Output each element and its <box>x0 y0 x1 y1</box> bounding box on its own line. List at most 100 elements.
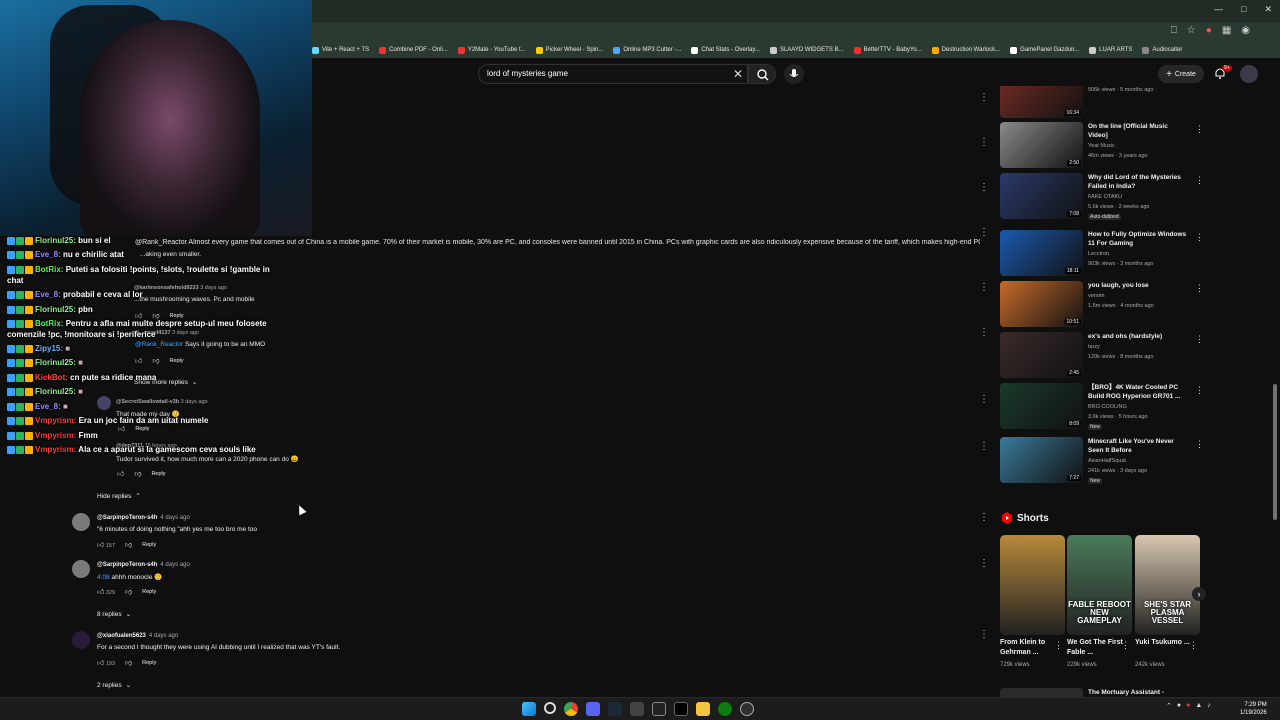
video-title[interactable]: How to Fully Optimize Windows 11 For Gam… <box>1088 231 1188 249</box>
shorts-next-button[interactable]: › <box>1192 587 1206 601</box>
capcut-icon[interactable] <box>652 702 666 716</box>
dislike-icon[interactable]: 👎︎ <box>152 356 159 365</box>
taskbar-clock[interactable]: 7:29 PM 1/19/2026 <box>1240 701 1267 718</box>
more-vert-icon[interactable]: ⋮ <box>1195 175 1204 186</box>
discord-icon[interactable] <box>586 702 600 716</box>
video-thumbnail[interactable]: 8:09 <box>1000 383 1083 429</box>
channel-name[interactable]: venom <box>1088 293 1105 299</box>
clear-search-icon[interactable]: ✕ <box>733 67 743 81</box>
bookmark-item[interactable]: Online MP3 Cutter -... <box>613 46 681 54</box>
more-vert-icon[interactable]: ⋮ <box>979 137 989 148</box>
reply-button[interactable]: Reply <box>135 426 149 432</box>
dislike-icon[interactable]: 👎︎ <box>125 540 132 549</box>
bookmark-item[interactable]: Destruction Warlock... <box>931 46 1000 54</box>
more-vert-icon[interactable]: ⋮ <box>1195 439 1204 450</box>
bookmark-item[interactable]: Y2Mate - YouTube t... <box>457 46 526 54</box>
network-icon[interactable]: ● <box>1177 702 1181 710</box>
like-button[interactable]: 👍︎ 157 <box>97 540 115 549</box>
like-icon[interactable]: 👍︎ <box>118 424 125 433</box>
chat-username[interactable]: Florinul25: <box>35 387 76 396</box>
view-replies-button[interactable]: 2 replies ⌄ <box>97 681 131 690</box>
search-icon[interactable] <box>544 702 556 714</box>
more-vert-icon[interactable]: ⋮ <box>979 282 989 293</box>
steam-icon[interactable] <box>608 702 622 716</box>
chat-username[interactable]: Zipy15: <box>35 344 63 353</box>
channel-name[interactable]: BRO COOLING <box>1088 404 1127 410</box>
next-video-peek[interactable]: The Mortuary Assistant - <box>1000 688 1200 697</box>
short-title[interactable]: Yuki Tsukumo ... <box>1135 638 1191 648</box>
comment-author[interactable]: @SarpinpoTeron-s4h 4 days ago <box>97 515 190 521</box>
reply-button[interactable]: Reply <box>142 660 156 666</box>
channel-name[interactable]: tarzy <box>1088 344 1100 350</box>
profile-icon[interactable]: ◉ <box>1241 25 1250 36</box>
avatar[interactable] <box>97 396 111 410</box>
like-icon[interactable]: 👍︎ <box>135 356 142 365</box>
video-title[interactable]: On the line [Official Music Video] <box>1088 123 1188 141</box>
chat-username[interactable]: BotRix: <box>35 319 63 328</box>
bookmark-item[interactable]: Audiocalter <box>1142 46 1182 54</box>
like-icon[interactable]: 👍︎ <box>117 469 124 478</box>
install-icon[interactable]: ⎕ <box>1171 25 1177 36</box>
close-icon[interactable]: ✕ <box>1264 4 1272 15</box>
search-input[interactable]: lord of mysteries game ✕ <box>478 64 748 84</box>
avatar[interactable] <box>72 631 90 649</box>
chat-username[interactable]: Vmpyrism: <box>35 431 76 440</box>
star-icon[interactable]: ☆ <box>1187 25 1196 36</box>
reply-button[interactable]: Reply <box>169 313 183 319</box>
minimize-icon[interactable]: — <box>1214 4 1223 15</box>
more-vert-icon[interactable]: ⋮ <box>979 629 989 640</box>
video-title[interactable]: 【BRO】4K Water Cooled PC Build ROG Hyperi… <box>1088 384 1188 402</box>
windows-start-icon[interactable] <box>522 702 536 716</box>
channel-name[interactable]: FAKE OTAKU <box>1088 194 1122 200</box>
video-card[interactable]: 8:09 【BRO】4K Water Cooled PC Build ROG Hy… <box>1000 383 1204 431</box>
short-title[interactable]: We Got The First Fable ... <box>1067 638 1123 658</box>
file-explorer-icon[interactable] <box>696 702 710 716</box>
bookmark-item[interactable]: BetterTTV - BabyYo... <box>853 46 922 54</box>
video-card[interactable]: 2:50 On the line [Official Music Video] Ye… <box>1000 122 1204 170</box>
bookmark-item[interactable]: SLAAYD WIDGETS B... <box>769 46 844 54</box>
more-vert-icon[interactable]: ⋮ <box>1195 232 1204 243</box>
video-title[interactable]: Why did Lord of the Mysteries Failed in … <box>1088 174 1188 192</box>
video-thumbnail[interactable]: 7:27 <box>1000 437 1083 483</box>
bookmark-item[interactable]: Vite + React + TS <box>312 46 369 54</box>
comment-author[interactable]: @SarpinpoTeron-s4h 4 days ago <box>97 562 190 568</box>
short-thumbnail[interactable] <box>1000 535 1065 635</box>
more-vert-icon[interactable]: ⋮ <box>1189 640 1198 651</box>
dislike-icon[interactable]: 👎︎ <box>125 587 132 596</box>
video-card[interactable]: 7:27 Minecraft Like You've Never Seen It … <box>1000 437 1204 485</box>
puzzle-icon[interactable]: ▦ <box>1222 25 1231 36</box>
record-icon[interactable]: ● <box>1186 702 1190 710</box>
speaker-icon[interactable]: ♪ <box>1207 702 1211 710</box>
more-vert-icon[interactable]: ⋮ <box>1195 283 1204 294</box>
reply-button[interactable]: Reply <box>142 589 156 595</box>
chevron-up-icon[interactable]: ⌃ <box>1166 702 1172 710</box>
video-thumbnail[interactable]: 18:11 <box>1000 230 1083 276</box>
bookmark-item[interactable]: LUAR ARTS <box>1089 46 1132 54</box>
short-thumbnail[interactable]: FABLE REBOOT NEW GAMEPLAY <box>1067 535 1132 635</box>
chat-username[interactable]: BotRix: <box>35 265 63 274</box>
avatar[interactable] <box>72 513 90 531</box>
video-thumbnail[interactable]: 2:45 <box>1000 332 1083 378</box>
video-card[interactable]: 10:51 you laugh, you lose venom 1.5m views … <box>1000 281 1204 329</box>
chat-username[interactable]: Vmpyrism: <box>35 416 76 425</box>
reply-button[interactable]: Reply <box>169 358 183 364</box>
reply-mention[interactable]: @Rank_Reactor <box>135 341 183 348</box>
create-button[interactable]: + Create <box>1158 65 1204 83</box>
like-button[interactable]: 👍︎ 329 <box>97 587 115 596</box>
more-vert-icon[interactable]: ⋮ <box>979 394 989 405</box>
chat-username[interactable]: Eve_8: <box>35 290 61 299</box>
video-title[interactable]: ex's and ohs (hardstyle) <box>1088 333 1188 342</box>
video-card[interactable]: 2:45 ex's and ohs (hardstyle) tarzy 120k vi… <box>1000 332 1204 380</box>
more-vert-icon[interactable]: ⋮ <box>979 441 989 452</box>
video-title[interactable]: you laugh, you lose <box>1088 282 1188 291</box>
more-vert-icon[interactable]: ⋮ <box>979 182 989 193</box>
hide-replies-button[interactable]: Hide replies ⌃ <box>97 492 141 501</box>
bookmark-item[interactable]: Combine PDF - Onli... <box>379 46 448 54</box>
more-vert-icon[interactable]: ⋮ <box>1195 124 1204 135</box>
more-vert-icon[interactable]: ⋮ <box>979 327 989 338</box>
bookmark-item[interactable]: Chat Stats - Overlay... <box>691 46 760 54</box>
maximize-icon[interactable]: □ <box>1241 4 1246 15</box>
chat-username[interactable]: Eve_8: <box>35 402 61 411</box>
app-icon[interactable] <box>630 702 644 716</box>
bookmark-item[interactable]: Picker Wheel - Spin... <box>535 46 603 54</box>
